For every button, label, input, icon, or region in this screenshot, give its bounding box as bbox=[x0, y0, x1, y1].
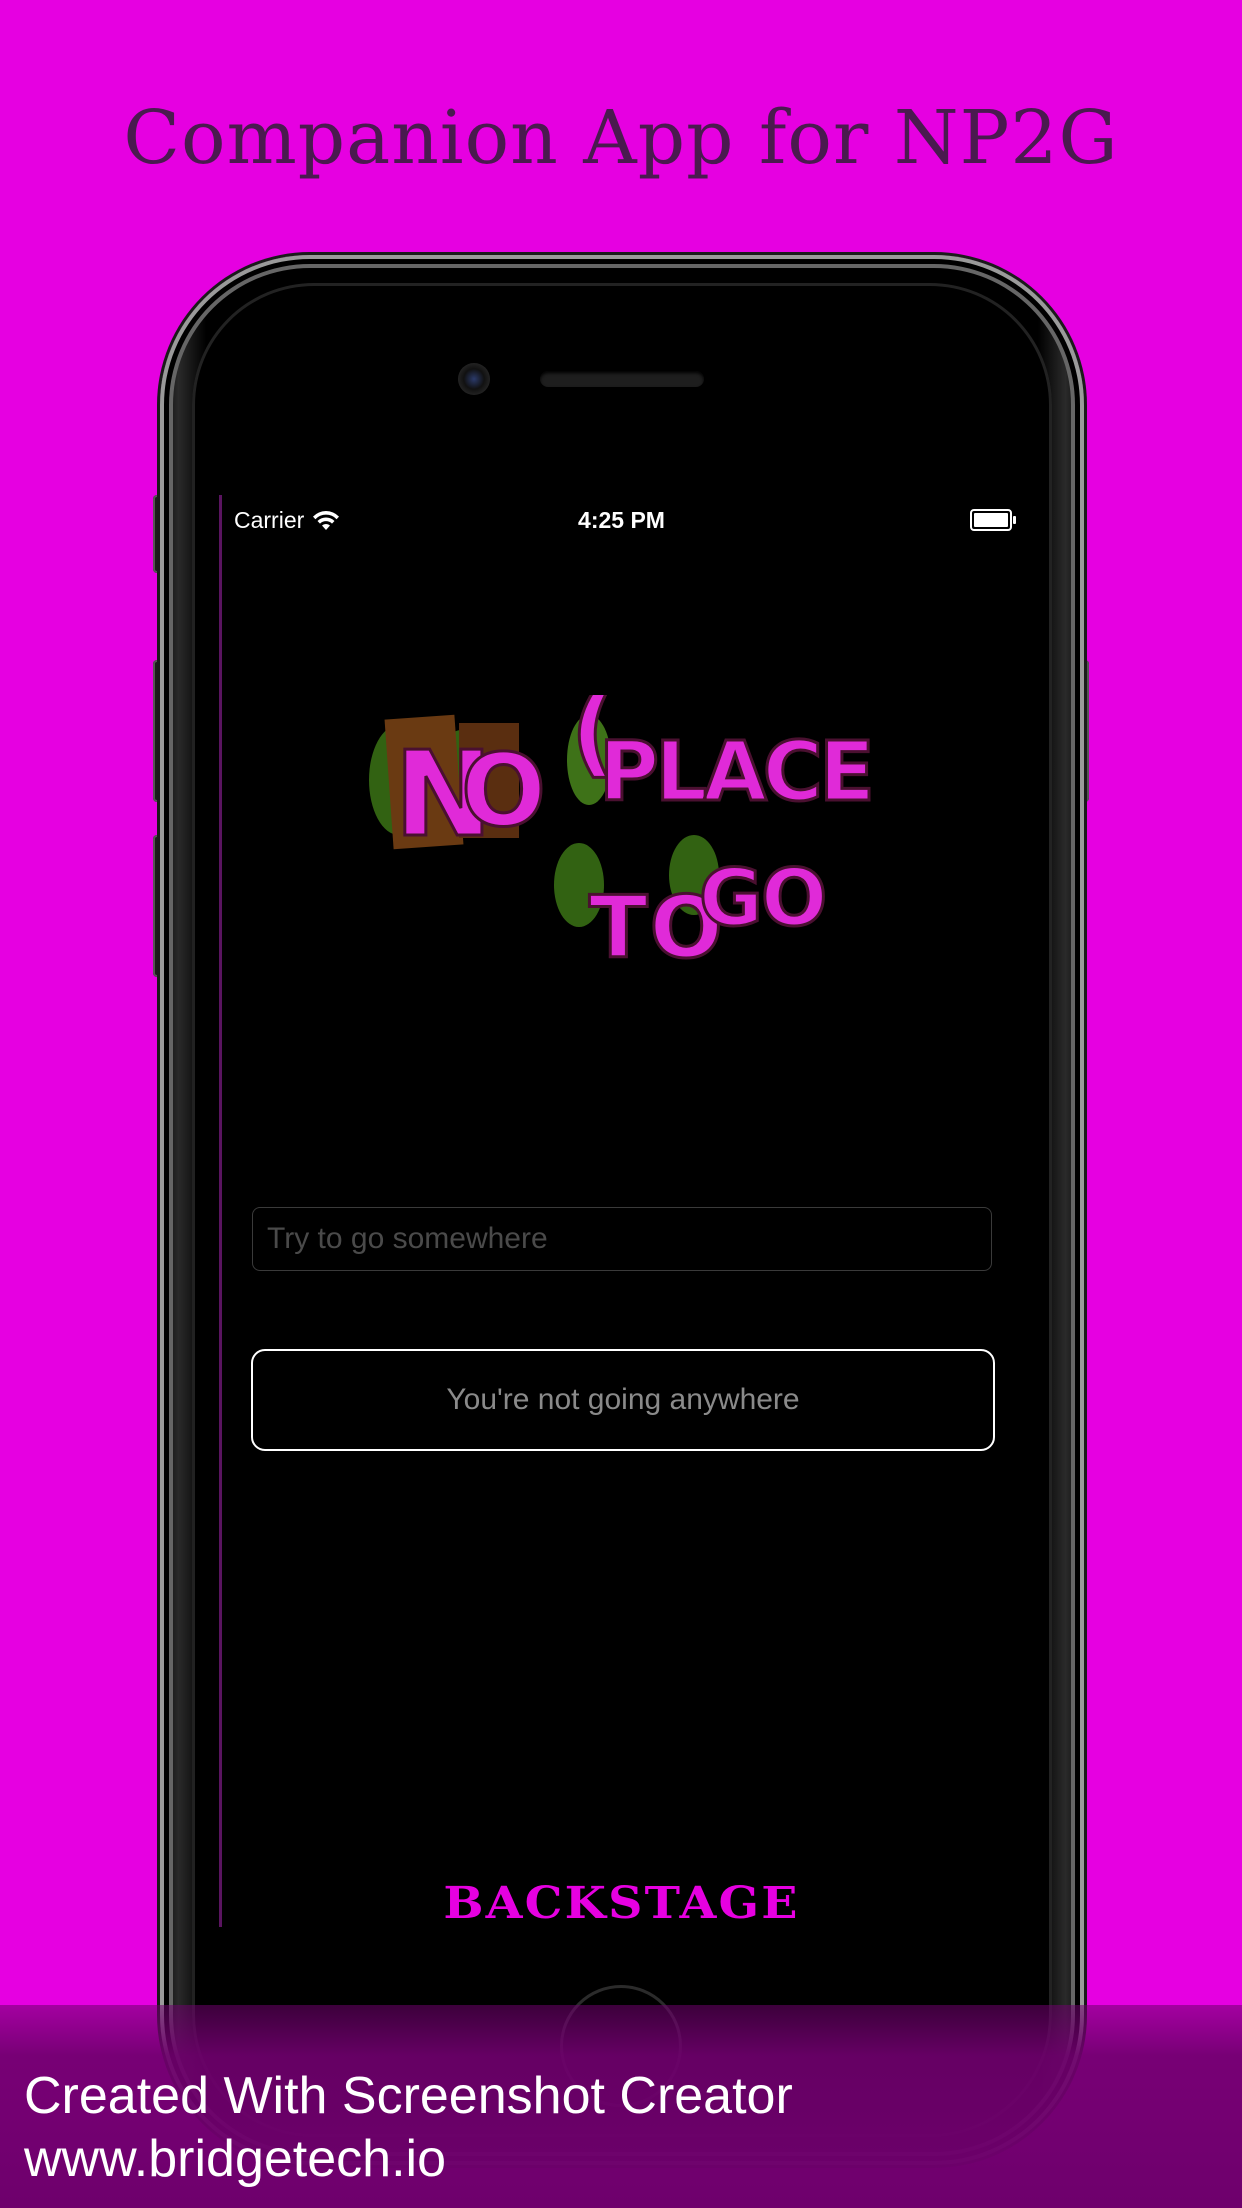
app-screen: Carrier 4:25 PM N O ( PLACE TO GO Try to… bbox=[219, 495, 1024, 1927]
backstage-button[interactable]: BACKSTAGE bbox=[219, 1878, 1024, 1927]
promo-headline: Companion App for NP2G bbox=[123, 95, 1119, 181]
watermark-url: www.bridgetech.io bbox=[24, 2130, 446, 2188]
front-camera-icon bbox=[458, 363, 490, 395]
screen-edge-divider bbox=[219, 495, 222, 1927]
no-place-to-go-logo: N O ( PLACE TO GO bbox=[369, 695, 877, 980]
earpiece-speaker bbox=[540, 371, 704, 387]
go-button[interactable]: You're not going anywhere bbox=[251, 1349, 995, 1451]
watermark-line-1: Created With Screenshot Creator bbox=[24, 2067, 793, 2125]
svg-text:O: O bbox=[461, 732, 546, 849]
svg-text:GO: GO bbox=[699, 854, 825, 944]
watermark-footer: Created With Screenshot Creator www.brid… bbox=[0, 2005, 1242, 2208]
status-time: 4:25 PM bbox=[578, 507, 665, 533]
status-bar: Carrier 4:25 PM bbox=[219, 495, 1024, 543]
svg-text:PLACE: PLACE bbox=[599, 725, 871, 820]
battery-icon bbox=[970, 509, 1016, 531]
destination-input[interactable] bbox=[252, 1207, 992, 1271]
